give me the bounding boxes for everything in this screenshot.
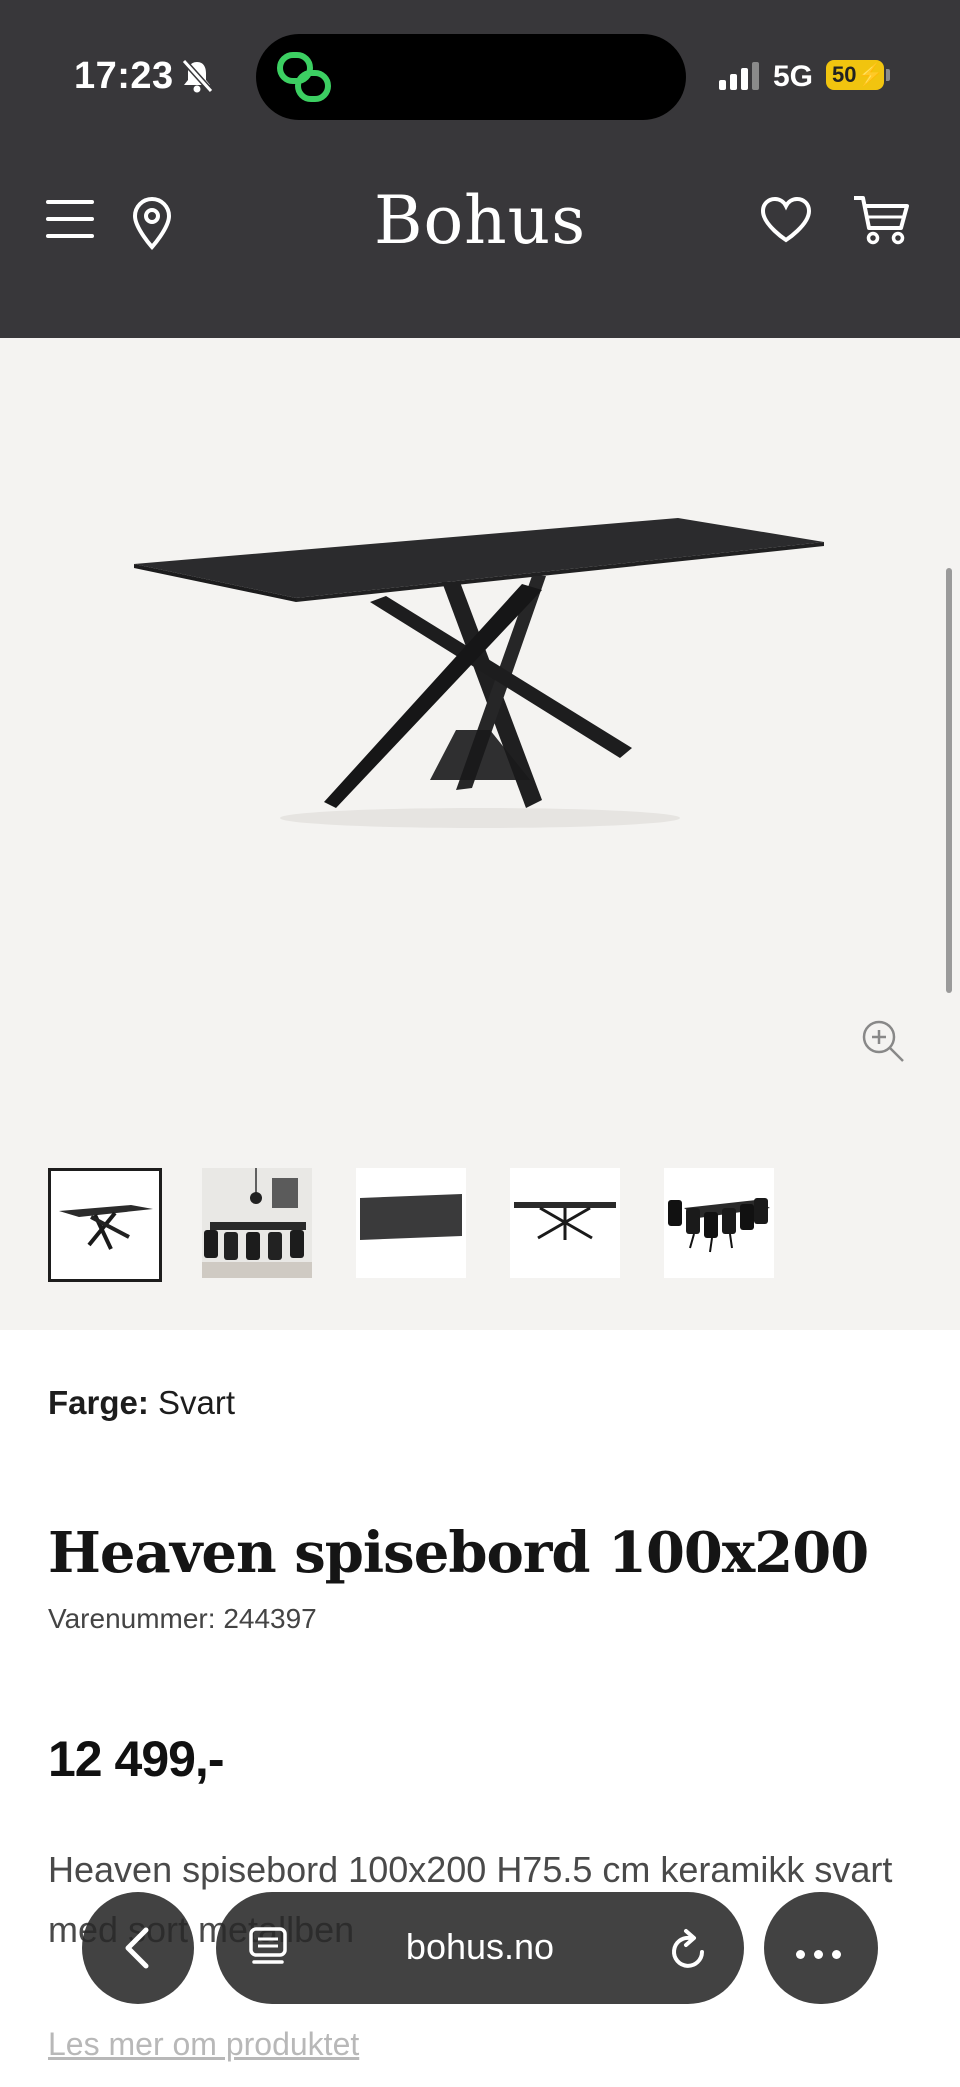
battery-indicator: 50⚡ [826, 60, 884, 90]
store-location-pin-icon[interactable] [130, 196, 174, 250]
thumbnail-4[interactable] [510, 1168, 620, 1278]
product-price: 12 499,- [48, 1731, 224, 1787]
browser-back-button[interactable] [82, 1892, 194, 2004]
reader-tabs-icon[interactable] [248, 1926, 288, 1970]
site-header: 17:23 5G 50⚡ Bohus [0, 0, 960, 338]
charging-bolt-icon: ⚡ [856, 62, 884, 87]
color-label: Farge: [48, 1384, 149, 1421]
reload-icon[interactable] [668, 1924, 712, 1972]
color-value: Svart [158, 1384, 236, 1421]
chevron-left-icon [125, 1927, 149, 1969]
link-chain-icon [277, 52, 331, 102]
network-type: 5G [773, 60, 814, 93]
bell-muted-icon [181, 58, 214, 94]
zoom-in-icon[interactable] [860, 1018, 906, 1064]
thumbnail-3[interactable] [356, 1168, 466, 1278]
dynamic-island [256, 34, 686, 120]
page-scrollbar[interactable] [946, 568, 952, 993]
product-main-image[interactable] [130, 518, 830, 848]
browser-address-bar[interactable]: bohus.no [216, 1892, 744, 2004]
color-selection: Farge: Svart [48, 1384, 235, 1422]
battery-tip [886, 69, 890, 81]
battery-level: 50 [832, 62, 857, 87]
wishlist-heart-icon[interactable] [760, 196, 812, 244]
browser-more-button[interactable] [764, 1892, 878, 2004]
hamburger-menu-icon[interactable] [46, 200, 94, 242]
browser-url[interactable]: bohus.no [406, 1926, 554, 1967]
status-time: 17:23 [74, 55, 174, 97]
bohus-logo[interactable]: Bohus [374, 182, 586, 259]
shopping-cart-icon[interactable] [852, 194, 910, 246]
read-more-link[interactable]: Les mer om produktet [48, 2026, 359, 2063]
product-title: Heaven spisebord 100x200 [48, 1520, 869, 1586]
product-sku: Varenummer: 244397 [48, 1603, 317, 1634]
thumbnail-2[interactable] [202, 1168, 312, 1278]
status-bar: 17:23 5G 50⚡ [0, 0, 960, 150]
cellular-signal-icon [719, 62, 759, 90]
thumbnail-5[interactable] [664, 1168, 774, 1278]
more-dots-icon [796, 1944, 850, 1963]
thumbnail-1[interactable] [48, 1168, 162, 1282]
product-gallery [0, 338, 960, 1330]
